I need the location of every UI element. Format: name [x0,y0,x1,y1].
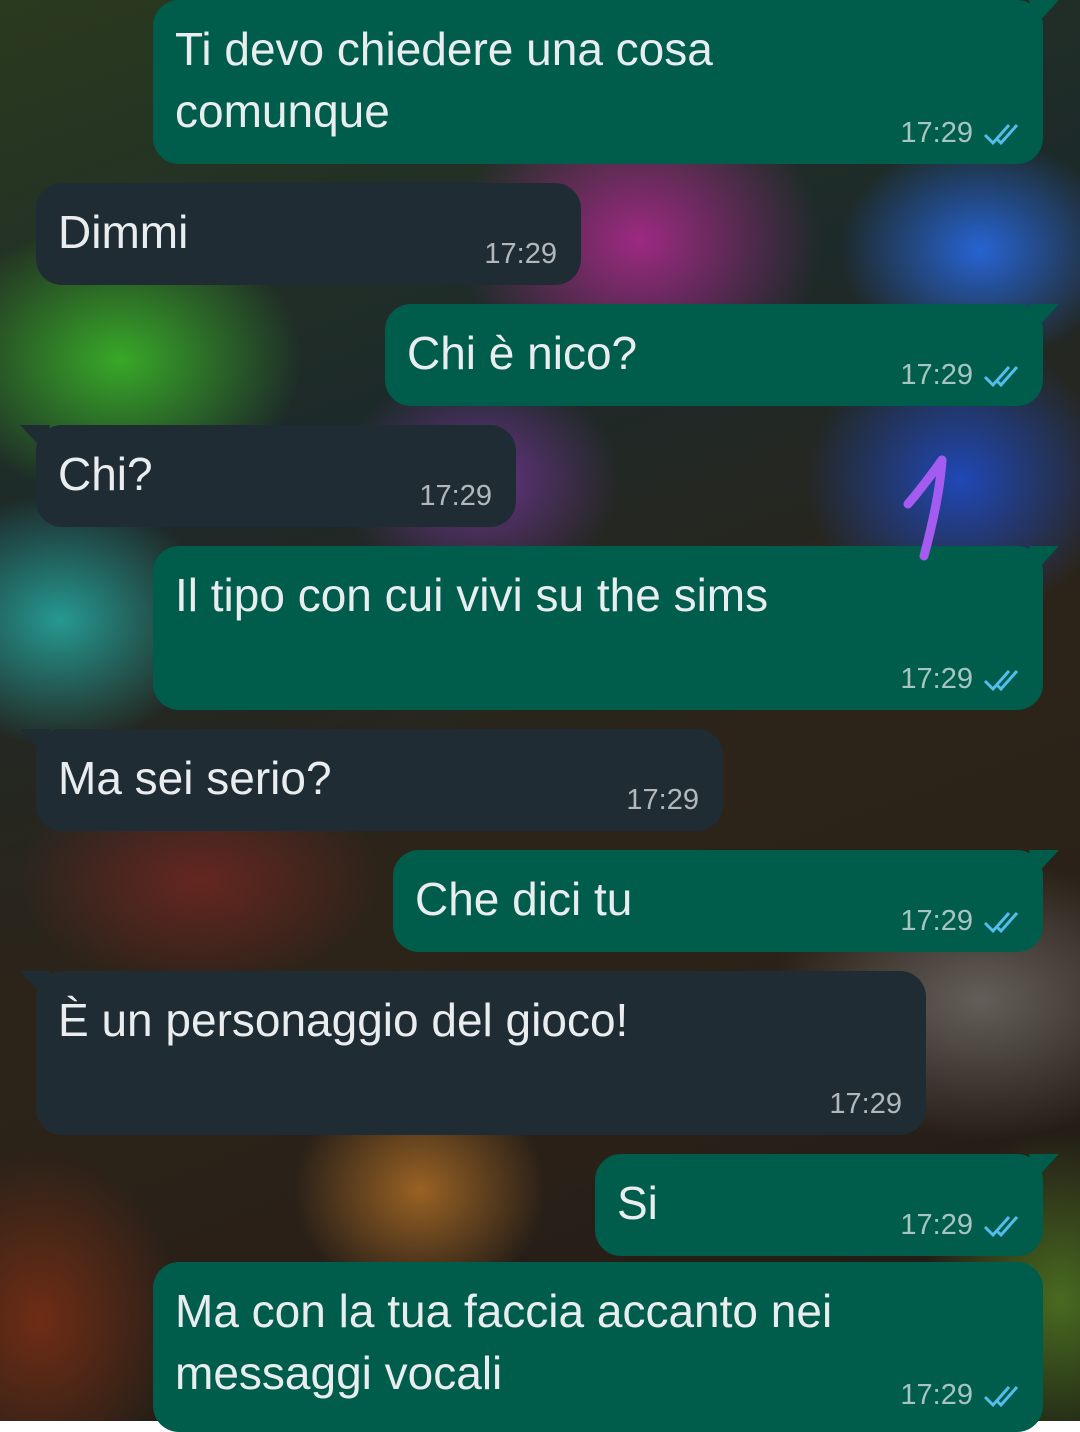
message-bubble-outgoing[interactable]: Il tipo con cui vivi su the sims 17:29 [153,546,1059,710]
bubble-tail-icon [1029,304,1059,330]
message-bubble-outgoing[interactable]: Si 17:29 [595,1154,1059,1256]
message-meta: 17:29 [484,238,557,271]
bubble-tail-icon [20,729,50,755]
message-meta: 17:29 [419,480,492,513]
message-time: 17:29 [900,905,973,937]
bubble-tail-icon [1029,850,1059,876]
bubble-tail-icon [1029,546,1059,572]
message-meta: 17:29 [900,1379,1023,1412]
bubble-tail-icon [1029,0,1059,26]
message-bubble-outgoing[interactable]: Chi è nico? 17:29 [385,304,1059,406]
message-time: 17:29 [900,1209,973,1241]
double-check-read-icon [983,123,1019,145]
message-bubble-outgoing[interactable]: Ti devo chiedere una cosa comunque 17:29 [153,0,1059,164]
bubble-tail-icon [1029,1154,1059,1180]
message-text: Ti devo chiedere una cosa comunque [175,23,713,137]
bubble-tail-icon [20,425,50,451]
message-time: 17:29 [829,1088,902,1120]
message-time: 17:29 [900,663,973,695]
message-meta: 17:29 [900,117,1023,150]
message-text: Il tipo con cui vivi su the sims [175,569,769,621]
message-text: È un personaggio del gioco! [58,994,629,1046]
message-meta: 17:29 [829,1088,902,1121]
message-meta: 17:29 [900,1209,1023,1242]
message-meta: 17:29 [626,784,699,817]
message-text: Ma con la tua faccia accanto nei messagg… [175,1285,833,1399]
message-meta: 17:29 [900,663,1023,696]
hand-drawn-number-one-icon [903,455,947,561]
message-text: Ma sei serio? [58,752,332,804]
message-bubble-outgoing[interactable]: Ma con la tua faccia accanto nei messagg… [153,1262,1043,1432]
message-bubble-incoming[interactable]: Dimmi 17:29 [36,183,581,285]
double-check-read-icon [983,669,1019,691]
message-time: 17:29 [900,359,973,391]
message-meta: 17:29 [900,359,1023,392]
double-check-read-icon [983,365,1019,387]
message-bubble-incoming[interactable]: È un personaggio del gioco! 17:29 [20,971,926,1135]
message-meta: 17:29 [900,905,1023,938]
message-bubble-outgoing[interactable]: Che dici tu 17:29 [393,850,1059,952]
message-time: 17:29 [900,1379,973,1411]
double-check-read-icon [983,1215,1019,1237]
message-time: 17:29 [900,117,973,149]
message-time: 17:29 [419,480,492,512]
message-time: 17:29 [626,784,699,816]
double-check-read-icon [983,911,1019,933]
message-time: 17:29 [484,238,557,270]
double-check-read-icon [983,1385,1019,1407]
message-bubble-incoming[interactable]: Chi? 17:29 [20,425,516,527]
bubble-tail-icon [20,971,50,997]
message-bubble-incoming[interactable]: Ma sei serio? 17:29 [20,729,723,831]
